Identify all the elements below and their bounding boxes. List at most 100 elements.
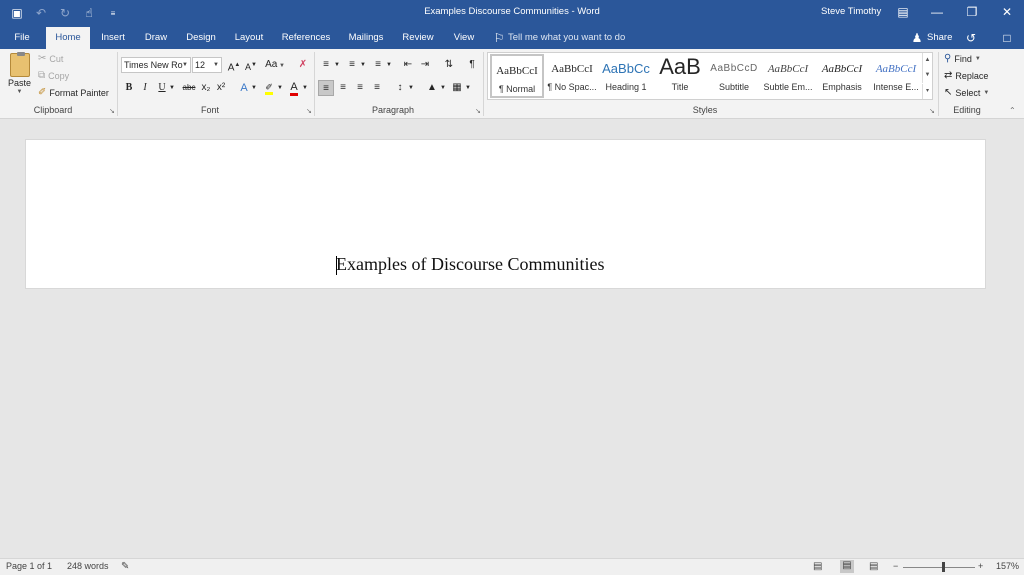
style-heading-1[interactable]: AaBbCc Heading 1: [599, 54, 653, 98]
clipboard-launcher-icon[interactable]: ↘: [109, 107, 115, 115]
underline-button[interactable]: U: [154, 80, 170, 96]
change-case-label: Aa: [265, 59, 278, 70]
style-title[interactable]: AaB Title: [653, 54, 707, 98]
gallery-scroll-down-icon[interactable]: ▼: [922, 68, 932, 83]
bullets-icon[interactable]: ≡: [318, 57, 334, 73]
replace-button[interactable]: ⇄ Replace: [944, 71, 988, 82]
collapse-ribbon-icon[interactable]: ⌃: [1009, 106, 1016, 115]
borders-icon[interactable]: ▦: [449, 80, 465, 96]
tab-design[interactable]: Design: [182, 27, 220, 49]
style-name: Heading 1: [605, 82, 647, 92]
chevron-down-icon[interactable]: ▼: [333, 57, 341, 73]
share-button[interactable]: Share: [927, 27, 952, 49]
style-no-spacing[interactable]: AaBbCcI ¶ No Spac...: [545, 54, 599, 98]
text-effects-icon[interactable]: A: [236, 80, 252, 96]
strikethrough-button[interactable]: abc: [179, 80, 199, 96]
tab-layout[interactable]: Layout: [230, 27, 268, 49]
clear-formatting-icon[interactable]: ✗: [295, 57, 311, 73]
tab-references[interactable]: References: [279, 27, 333, 49]
activity-history-icon[interactable]: ↺: [964, 31, 978, 45]
zoom-slider[interactable]: [903, 567, 975, 568]
tab-home[interactable]: Home: [46, 27, 90, 49]
copy-button[interactable]: ⧉ Copy: [38, 71, 69, 82]
ribbon-display-options-icon[interactable]: ▤: [886, 0, 920, 24]
align-right-icon[interactable]: ≡: [352, 80, 368, 96]
web-layout-icon[interactable]: ▤: [869, 561, 878, 572]
underline-dropdown-icon[interactable]: ▼: [169, 80, 175, 96]
minimize-button[interactable]: —: [920, 0, 954, 24]
font-size-combo[interactable]: 12 ▼: [192, 57, 222, 73]
paragraph-launcher-icon[interactable]: ↘: [475, 107, 481, 115]
format-painter-button[interactable]: ✐ Format Painter: [38, 88, 109, 99]
style-subtitle[interactable]: AaBbCcD Subtitle: [707, 54, 761, 98]
change-case-button[interactable]: Aa ▼: [263, 57, 287, 73]
tab-review[interactable]: Review: [398, 27, 438, 49]
show-formatting-marks-icon[interactable]: ¶: [464, 57, 480, 73]
chevron-down-icon[interactable]: ▼: [277, 80, 283, 96]
proofing-icon[interactable]: ✎: [121, 561, 129, 572]
select-button[interactable]: ↖ Select ▼: [944, 88, 989, 99]
zoom-level[interactable]: 157%: [996, 561, 1019, 571]
page-count[interactable]: Page 1 of 1: [6, 561, 52, 571]
style-intense-emphasis[interactable]: AaBbCcI Intense E...: [869, 54, 923, 98]
chevron-down-icon[interactable]: ▼: [359, 57, 367, 73]
shading-icon[interactable]: ▲: [424, 80, 440, 96]
highlight-color-icon[interactable]: ✐: [261, 80, 277, 96]
shrink-font-icon[interactable]: A▼: [243, 57, 259, 73]
zoom-out-icon[interactable]: −: [893, 561, 898, 571]
chevron-down-icon[interactable]: ▼: [464, 80, 472, 96]
restore-button[interactable]: ❐: [955, 0, 989, 24]
font-color-icon[interactable]: A: [286, 80, 302, 96]
cut-button[interactable]: ✂ Cut: [38, 53, 63, 65]
align-center-icon[interactable]: ≡: [335, 80, 351, 96]
style-normal[interactable]: AaBbCcI ¶ Normal: [490, 54, 544, 98]
decrease-indent-icon[interactable]: ⇤: [400, 57, 416, 73]
tab-file[interactable]: File: [8, 27, 36, 49]
style-emphasis[interactable]: AaBbCcI Emphasis: [815, 54, 869, 98]
superscript-button[interactable]: x²: [213, 80, 229, 96]
read-mode-icon[interactable]: ▤: [813, 561, 822, 572]
tab-draw[interactable]: Draw: [140, 27, 172, 49]
print-layout-icon[interactable]: ▤: [840, 560, 854, 573]
ribbon-tabs: File Home Insert Draw Design Layout Refe…: [0, 27, 1024, 49]
find-button[interactable]: ⚲ Find ▼: [944, 54, 981, 65]
chevron-down-icon[interactable]: ▼: [251, 80, 257, 96]
sort-icon[interactable]: ⇅: [441, 57, 457, 73]
comments-icon[interactable]: □: [1000, 31, 1014, 45]
font-size-value: 12: [195, 60, 206, 70]
tell-me-box[interactable]: Tell me what you want to do: [508, 27, 625, 49]
increase-indent-icon[interactable]: ⇥: [417, 57, 433, 73]
styles-launcher-icon[interactable]: ↘: [929, 107, 935, 115]
close-button[interactable]: ✕: [990, 0, 1024, 24]
chevron-down-icon[interactable]: ▼: [439, 80, 447, 96]
paste-button[interactable]: Paste ▼: [8, 52, 31, 95]
chevron-down-icon[interactable]: ▼: [407, 80, 415, 96]
gallery-more-icon[interactable]: ▾: [922, 84, 932, 99]
chevron-down-icon[interactable]: ▼: [302, 80, 308, 96]
justify-icon[interactable]: ≡: [369, 80, 385, 96]
document-canvas[interactable]: Examples of Discourse Communities: [0, 119, 1024, 558]
font-name-combo[interactable]: Times New Ro ▼: [121, 57, 191, 73]
tab-view[interactable]: View: [448, 27, 480, 49]
zoom-slider-thumb[interactable]: [942, 562, 945, 572]
zoom-in-icon[interactable]: +: [978, 561, 983, 571]
bold-button[interactable]: B: [121, 80, 137, 96]
grow-font-icon[interactable]: A▲: [226, 57, 242, 73]
subscript-button[interactable]: x₂: [198, 80, 214, 96]
word-count[interactable]: 248 words: [67, 561, 109, 571]
italic-button[interactable]: I: [137, 80, 153, 96]
font-launcher-icon[interactable]: ↘: [306, 107, 312, 115]
scissors-icon: ✂: [38, 53, 47, 64]
line-spacing-icon[interactable]: ↕: [392, 80, 408, 96]
chevron-down-icon[interactable]: ▼: [385, 57, 393, 73]
align-left-icon[interactable]: ≡: [318, 80, 334, 96]
document-title-text[interactable]: Examples of Discourse Communities: [336, 254, 604, 275]
tab-insert[interactable]: Insert: [96, 27, 130, 49]
tab-mailings[interactable]: Mailings: [342, 27, 390, 49]
numbering-icon[interactable]: ≡: [344, 57, 360, 73]
document-page[interactable]: Examples of Discourse Communities: [25, 139, 986, 289]
gallery-scroll-up-icon[interactable]: ▲: [922, 53, 932, 68]
user-name[interactable]: Steve Timothy: [821, 6, 881, 17]
style-subtle-emphasis[interactable]: AaBbCcI Subtle Em...: [761, 54, 815, 98]
multilevel-list-icon[interactable]: ≡: [370, 57, 386, 73]
